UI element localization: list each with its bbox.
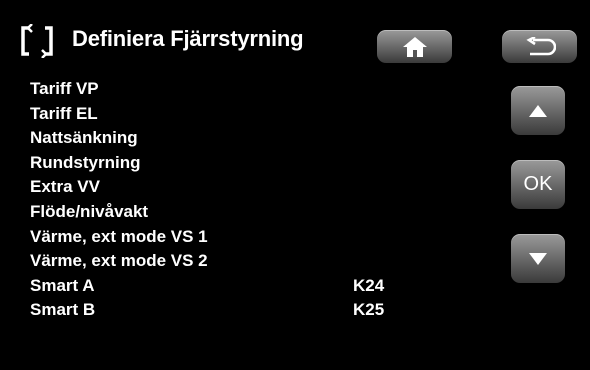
page-title: Definiera Fjärrstyrning bbox=[72, 26, 304, 51]
list-item[interactable]: Värme, ext mode VS 2 bbox=[30, 249, 450, 274]
list-item[interactable]: Extra VV bbox=[30, 175, 450, 200]
item-label: Rundstyrning bbox=[30, 152, 141, 172]
list-item[interactable]: Tariff VP bbox=[30, 77, 450, 102]
item-label: Tariff EL bbox=[30, 103, 98, 123]
remote-control-icon bbox=[21, 24, 53, 58]
item-label: Värme, ext mode VS 2 bbox=[30, 251, 208, 271]
down-arrow-icon bbox=[529, 252, 547, 265]
item-label: Tariff VP bbox=[30, 79, 99, 98]
item-value: K24 bbox=[353, 275, 385, 295]
item-label: Nattsänkning bbox=[30, 128, 138, 148]
list-item[interactable]: Smart A K24 bbox=[30, 274, 450, 299]
scroll-up-button[interactable] bbox=[511, 86, 565, 135]
bottom-bar bbox=[0, 344, 590, 370]
ok-label: OK bbox=[523, 173, 553, 195]
list-item[interactable]: Tariff EL bbox=[30, 102, 450, 127]
home-icon bbox=[402, 36, 427, 57]
item-value: K25 bbox=[353, 300, 385, 320]
remote-control-list: Tariff VP Tariff EL Nattsänkning Rundsty… bbox=[30, 77, 450, 323]
item-label: Extra VV bbox=[30, 177, 100, 197]
list-item[interactable]: Flöde/nivåvakt bbox=[30, 200, 450, 225]
item-label: Flöde/nivåvakt bbox=[30, 201, 149, 221]
list-item[interactable]: Värme, ext mode VS 1 bbox=[30, 225, 450, 250]
screen: Definiera Fjärrstyrning Tariff VP Tariff… bbox=[0, 0, 590, 370]
up-arrow-icon bbox=[529, 104, 547, 117]
back-arrow-icon bbox=[525, 36, 556, 55]
list-item[interactable]: Nattsänkning bbox=[30, 126, 450, 151]
item-label: Värme, ext mode VS 1 bbox=[30, 226, 208, 246]
list-item[interactable]: Rundstyrning bbox=[30, 151, 450, 176]
item-label: Smart A bbox=[30, 275, 95, 295]
scroll-down-button[interactable] bbox=[511, 234, 565, 283]
list-item[interactable]: Smart B K25 bbox=[30, 298, 450, 323]
item-label: Smart B bbox=[30, 300, 96, 320]
home-button[interactable] bbox=[377, 30, 452, 63]
ok-button[interactable]: OK bbox=[511, 160, 565, 209]
back-button[interactable] bbox=[502, 30, 577, 63]
